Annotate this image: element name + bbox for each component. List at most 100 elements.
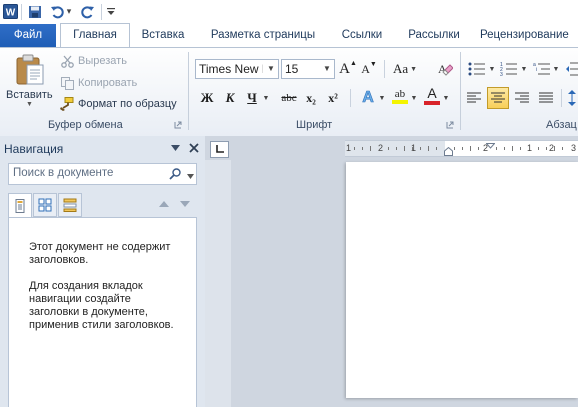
copy-icon[interactable] <box>60 76 74 90</box>
tab-file[interactable]: Файл <box>0 24 56 48</box>
headings-icon <box>15 199 25 213</box>
left-tab-icon <box>216 145 224 153</box>
ruler-label: 2 <box>378 143 384 153</box>
font-dialog-launcher-icon[interactable] <box>446 121 454 129</box>
shrink-font-button[interactable]: A ▼ <box>361 59 377 79</box>
quick-access-toolbar: W ▾ <box>0 0 578 24</box>
highlight-color-bar <box>392 100 408 104</box>
highlight-icon: ab <box>394 88 406 100</box>
search-icon[interactable] <box>169 168 181 183</box>
clipboard-dialog-launcher-icon[interactable] <box>174 121 182 129</box>
qat-separator <box>101 4 102 20</box>
text-effects-icon: A <box>362 89 374 107</box>
underline-dropdown[interactable]: ▼ <box>260 88 272 108</box>
chevron-down-icon[interactable]: ▼ <box>319 60 334 78</box>
font-color-dropdown[interactable]: ▼ <box>442 88 450 108</box>
italic-button[interactable]: К <box>220 88 240 108</box>
font-size-value: 15 <box>285 62 299 76</box>
font-color-bar <box>424 100 440 105</box>
page-thumbnails-icon <box>38 198 52 212</box>
subscript-button[interactable]: x₂ <box>302 88 320 108</box>
multilevel-list-dropdown[interactable]: ▼ <box>552 59 560 79</box>
tab-headings[interactable] <box>8 193 32 218</box>
no-headings-message: Этот документ не содержит заголовков. <box>29 241 171 266</box>
undo-icon[interactable] <box>49 3 65 20</box>
tab-results[interactable] <box>58 193 82 217</box>
paste-button-label[interactable]: Вставить <box>6 89 53 101</box>
tab-page-layout[interactable]: Разметка страницы <box>203 24 323 48</box>
search-options-dropdown-icon[interactable] <box>187 170 194 182</box>
tab-home[interactable]: Главная <box>60 23 130 48</box>
tab-references[interactable]: Ссылки <box>333 24 391 48</box>
multilevel-list-icon[interactable]: ai <box>532 61 552 77</box>
copy-button[interactable]: Копировать <box>78 77 137 89</box>
text-effects-dropdown[interactable]: ▼ <box>378 88 386 108</box>
save-icon[interactable] <box>27 3 43 20</box>
highlight-dropdown[interactable]: ▼ <box>410 88 418 108</box>
svg-text:i: i <box>536 67 537 73</box>
font-color-icon: A <box>427 84 437 101</box>
document-page[interactable] <box>346 162 578 398</box>
tab-pages[interactable] <box>33 193 57 217</box>
cut-button[interactable]: Вырезать <box>78 55 127 67</box>
tab-selector-button[interactable] <box>210 141 229 158</box>
toolbar-separator <box>384 60 385 78</box>
customize-qat-dropdown[interactable] <box>106 3 116 20</box>
strikethrough-button[interactable]: abc <box>278 88 300 108</box>
justify-icon[interactable] <box>537 89 555 107</box>
previous-result-icon[interactable] <box>159 199 169 209</box>
tab-insert[interactable]: Вставка <box>131 24 195 48</box>
font-size-combobox[interactable]: 15 ▼ <box>281 59 335 79</box>
align-right-icon[interactable] <box>513 89 531 107</box>
clipboard-group-label: Буфер обмена <box>48 119 123 131</box>
clear-formatting-icon[interactable]: A <box>436 59 454 79</box>
navigation-pane-title: Навигация <box>4 142 64 156</box>
bullets-icon[interactable] <box>467 61 487 77</box>
horizontal-ruler[interactable]: 1 2 1 2 1 2 3 <box>345 140 578 157</box>
paste-icon[interactable] <box>14 53 46 87</box>
paste-dropdown-arrow[interactable]: ▼ <box>26 101 33 108</box>
first-line-indent-marker[interactable] <box>485 140 496 152</box>
pane-options-dropdown-icon[interactable] <box>170 143 180 153</box>
close-icon[interactable] <box>188 142 200 154</box>
numbering-icon[interactable]: 123 <box>499 61 519 77</box>
chevron-down-icon[interactable]: ▼ <box>263 60 278 78</box>
left-indent-marker[interactable] <box>444 146 453 159</box>
grow-font-button[interactable]: A ▲ <box>339 59 357 79</box>
decrease-indent-icon[interactable] <box>566 59 578 79</box>
align-left-icon[interactable] <box>465 89 483 107</box>
format-painter-icon[interactable] <box>60 97 74 111</box>
line-spacing-icon[interactable] <box>566 88 578 108</box>
numbering-dropdown[interactable]: ▼ <box>520 59 528 79</box>
search-input[interactable]: Поиск в документе <box>8 163 197 185</box>
superscript-button[interactable]: x² <box>324 88 342 108</box>
change-case-icon: Aa <box>392 61 409 76</box>
svg-text:3: 3 <box>500 72 503 76</box>
bullets-dropdown[interactable]: ▼ <box>488 59 496 79</box>
svg-text:W: W <box>5 8 15 19</box>
bold-button[interactable]: Ж <box>197 88 217 108</box>
grow-font-icon: A <box>339 60 350 77</box>
toolbar-separator <box>561 89 562 107</box>
toolbar-separator <box>350 89 351 107</box>
undo-dropdown[interactable]: ▾ <box>65 3 73 20</box>
underline-button[interactable]: Ч <box>244 88 260 108</box>
tab-mailings[interactable]: Рассылки <box>400 24 468 48</box>
format-painter-button[interactable]: Формат по образцу <box>78 98 177 110</box>
ruler-label: 1 <box>346 143 352 153</box>
font-name-combobox[interactable]: Times New Ro ▼ <box>195 59 279 79</box>
text-effects-button[interactable]: A <box>358 88 378 108</box>
font-color-button[interactable]: A <box>422 85 442 105</box>
ruler-label: 1 <box>411 143 417 153</box>
word-logo-icon[interactable]: W <box>2 3 18 20</box>
next-result-icon[interactable] <box>180 199 190 209</box>
shrink-font-icon: A <box>361 61 370 76</box>
redo-icon[interactable] <box>80 3 96 20</box>
font-group-label: Шрифт <box>296 119 333 131</box>
vertical-ruler <box>205 160 231 407</box>
change-case-button[interactable]: Aa ▼ <box>393 59 417 79</box>
tab-review[interactable]: Рецензирование <box>480 24 578 48</box>
scissors-icon[interactable] <box>60 54 74 68</box>
align-center-icon[interactable] <box>487 87 509 109</box>
highlight-button[interactable]: ab <box>390 86 410 106</box>
